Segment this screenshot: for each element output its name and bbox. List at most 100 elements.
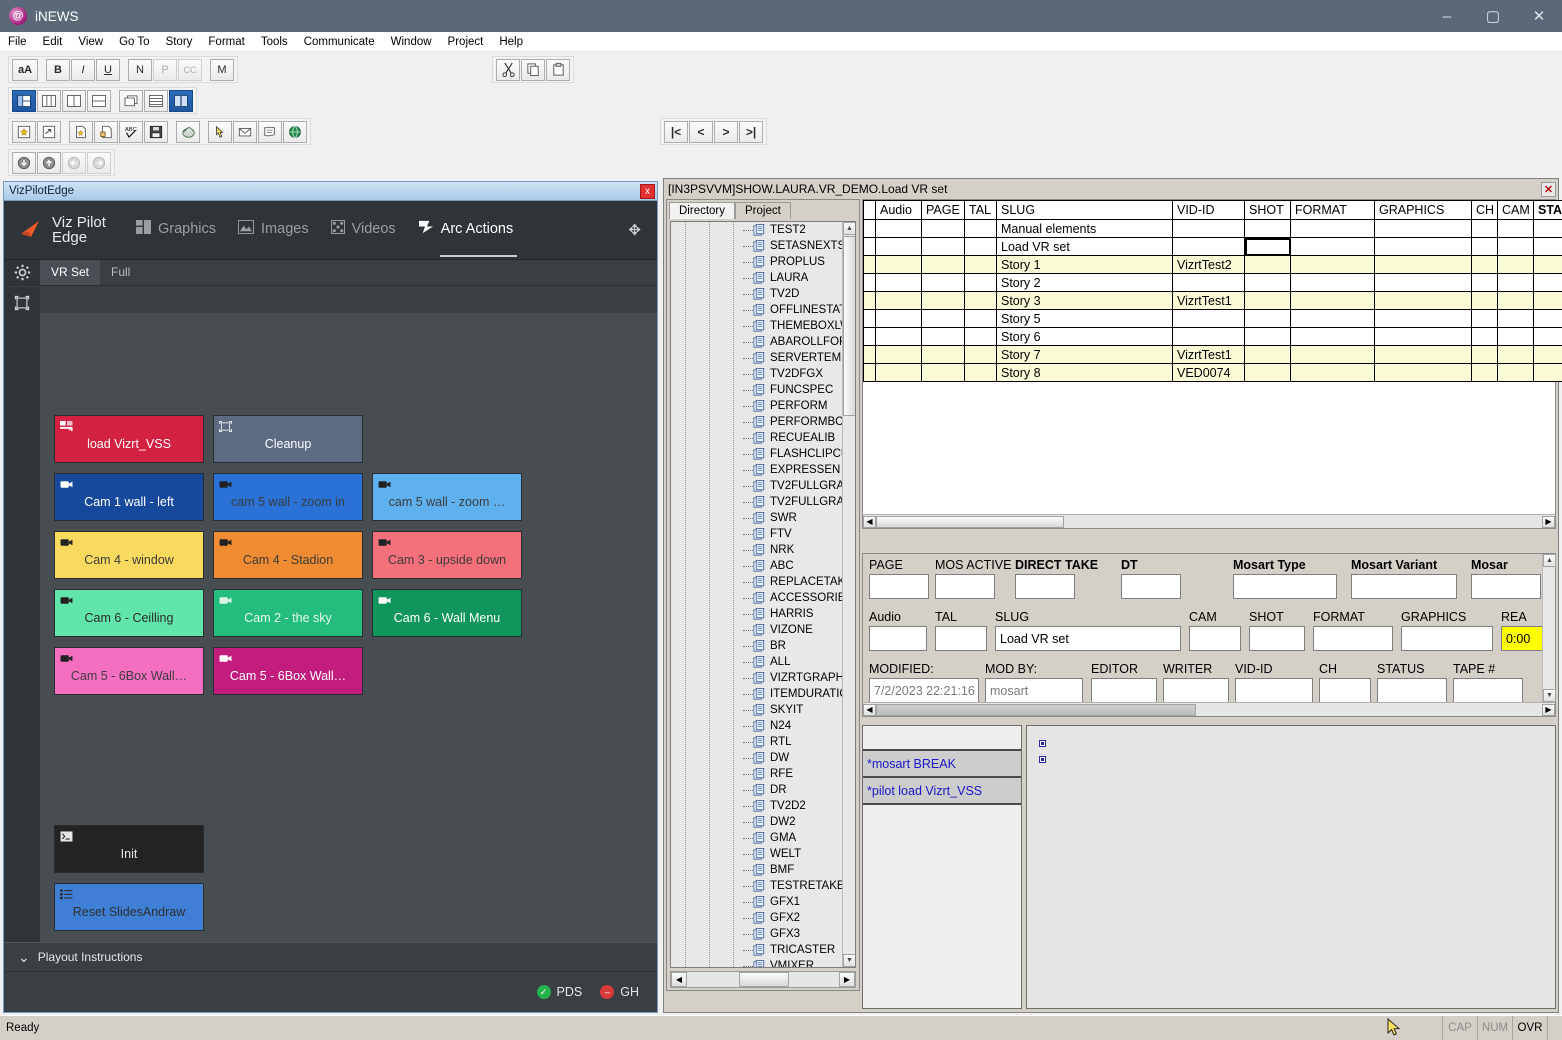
tree-item[interactable]: SETASNEXTSTO	[671, 238, 842, 254]
grid-cell[interactable]	[922, 328, 965, 346]
grid-cell[interactable]	[1472, 220, 1498, 238]
grid-cell[interactable]	[1291, 220, 1375, 238]
spellcheck-icon[interactable]: ABC	[119, 121, 143, 143]
grid-column-header[interactable]: GRAPHICS	[1375, 201, 1472, 220]
tree-item[interactable]: GFX1	[671, 894, 842, 910]
grid-cell[interactable]	[1375, 364, 1472, 382]
tree-item[interactable]: N24	[671, 718, 842, 734]
grid-column-header[interactable]: SLUG	[997, 201, 1173, 220]
vizpilot-move-handle[interactable]: ✥	[628, 221, 641, 239]
settings-gear-icon[interactable]	[4, 260, 40, 285]
table-row[interactable]: Story 5	[864, 310, 1562, 328]
grid-cell[interactable]	[1291, 364, 1375, 382]
form-field-input[interactable]	[1401, 626, 1493, 651]
table-row[interactable]: Story 3VizrtTest1	[864, 292, 1562, 310]
arrow-down-icon[interactable]	[12, 152, 36, 174]
tree-item[interactable]: THEMEBOXLWD	[671, 318, 842, 334]
grid-cell[interactable]	[965, 364, 997, 382]
grid-cell[interactable]	[1291, 328, 1375, 346]
grid-cell[interactable]	[965, 292, 997, 310]
tile-cam-6-ceilling[interactable]: Cam 6 - Ceilling	[54, 589, 204, 637]
grid-cell[interactable]	[864, 238, 876, 256]
next-button[interactable]: >	[714, 121, 738, 143]
tree-item[interactable]: PERFORMBCK	[671, 414, 842, 430]
menu-tools[interactable]: Tools	[253, 34, 296, 50]
grid-cell[interactable]	[1245, 310, 1291, 328]
grid-cell[interactable]	[1472, 310, 1498, 328]
grid-cell[interactable]	[1291, 256, 1375, 274]
tree-item[interactable]: TV2DFGX	[671, 366, 842, 382]
menu-view[interactable]: View	[70, 34, 111, 50]
tree-item[interactable]: ITEMDURATIO	[671, 686, 842, 702]
grid-cell[interactable]	[1534, 364, 1562, 382]
tree-item[interactable]: NRK	[671, 542, 842, 558]
form-hscrollbar[interactable]: ◀ ▶	[863, 702, 1555, 716]
grid-cell[interactable]	[965, 274, 997, 292]
tree-item[interactable]: VIZRTGRAPHIC	[671, 670, 842, 686]
tree-item[interactable]: LAURA	[671, 270, 842, 286]
grid-cell[interactable]	[1291, 238, 1375, 256]
grid-cell[interactable]	[1245, 292, 1291, 310]
menu-goto[interactable]: Go To	[111, 34, 157, 50]
grid-column-header[interactable]: PAGE	[922, 201, 965, 220]
tile-cam-2-the-sky[interactable]: Cam 2 - the sky	[213, 589, 363, 637]
tree-item[interactable]: GFX2	[671, 910, 842, 926]
menu-communicate[interactable]: Communicate	[296, 34, 383, 50]
grid-column-header[interactable]: FORMAT	[1291, 201, 1375, 220]
grid-cell[interactable]	[876, 328, 922, 346]
maximize-button[interactable]: ▢	[1470, 0, 1516, 32]
grid-cell[interactable]: VizrtTest1	[1173, 346, 1245, 364]
grid-cell[interactable]	[1375, 328, 1472, 346]
form-field-input[interactable]: Load VR set	[995, 626, 1181, 651]
grid-cell[interactable]	[965, 328, 997, 346]
grid-cell[interactable]	[1498, 328, 1534, 346]
grid-cell[interactable]	[1498, 220, 1534, 238]
grid-cell[interactable]	[1173, 274, 1245, 292]
grid-cell[interactable]	[965, 238, 997, 256]
grid-cell[interactable]	[1173, 220, 1245, 238]
grid-cell[interactable]	[1472, 256, 1498, 274]
tile-reset-slides-andraw[interactable]: Reset SlidesAndraw	[54, 883, 204, 931]
tab-directory[interactable]: Directory	[669, 202, 735, 219]
grid-cell[interactable]	[1472, 328, 1498, 346]
grid-column-header[interactable]	[864, 201, 876, 220]
grid-cell[interactable]	[1534, 346, 1562, 364]
layout-rows-icon[interactable]	[87, 90, 111, 112]
grid-cell[interactable]	[1498, 310, 1534, 328]
grid-cell[interactable]: Story 2	[997, 274, 1173, 292]
grid-cell[interactable]	[1291, 274, 1375, 292]
tree-item[interactable]: TV2FULLGRAPH	[671, 478, 842, 494]
arrow-left-icon[interactable]	[62, 152, 86, 174]
directory-hscrollbar[interactable]: ◀ ▶	[670, 971, 856, 988]
grid-cell[interactable]	[876, 346, 922, 364]
italic-button[interactable]: I	[71, 59, 95, 81]
grid-cell[interactable]	[1245, 220, 1291, 238]
grid-cell[interactable]	[864, 346, 876, 364]
new-story-icon[interactable]	[12, 121, 36, 143]
grid-cell[interactable]	[876, 256, 922, 274]
tree-item[interactable]: FTV	[671, 526, 842, 542]
scroll-right-arrow-icon[interactable]: ▶	[839, 972, 855, 987]
form-scroll-up-icon[interactable]: ▲	[1543, 554, 1556, 567]
grid-cell[interactable]	[965, 220, 997, 238]
tree-item[interactable]: EXPRESSEN	[671, 462, 842, 478]
machine-button[interactable]: M	[210, 59, 234, 81]
grid-cell[interactable]	[922, 238, 965, 256]
form-field-input[interactable]	[935, 574, 995, 599]
tile-load-vizrt-vss[interactable]: load Vizrt_VSS	[54, 415, 204, 463]
new-document-icon[interactable]	[69, 121, 93, 143]
tile-cam-5-6box-wall-b[interactable]: Cam 5 - 6Box Wall…	[213, 647, 363, 695]
grid-cell[interactable]	[864, 310, 876, 328]
arrow-up-icon[interactable]	[37, 152, 61, 174]
table-row[interactable]: Story 8VED0074	[864, 364, 1562, 382]
story-text-editor[interactable]	[1026, 725, 1556, 1009]
form-vscrollbar[interactable]: ▲ ▼	[1542, 554, 1555, 702]
minimize-button[interactable]: –	[1424, 0, 1470, 32]
grid-cell[interactable]	[1534, 292, 1562, 310]
grid-cell[interactable]	[1472, 346, 1498, 364]
form-field-input[interactable]	[869, 574, 929, 599]
menu-window[interactable]: Window	[383, 34, 440, 50]
tree-item[interactable]: BR	[671, 638, 842, 654]
grid-column-header[interactable]: TAL	[965, 201, 997, 220]
tile-cam-5-wall-zoom-in[interactable]: cam 5 wall - zoom in	[213, 473, 363, 521]
